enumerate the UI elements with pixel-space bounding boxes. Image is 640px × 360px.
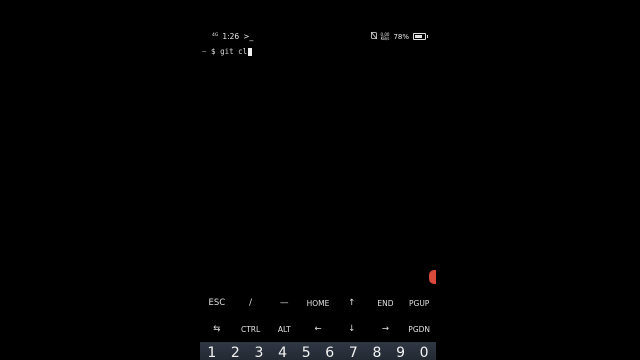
- key-end[interactable]: END: [369, 290, 403, 316]
- key-8[interactable]: 8: [365, 342, 389, 360]
- battery-percent: 78%: [393, 32, 409, 41]
- key-down[interactable]: ↓: [335, 316, 369, 342]
- key-0[interactable]: 0: [412, 342, 436, 360]
- signal-icon: 4G: [212, 33, 219, 39]
- key-slash[interactable]: /: [234, 290, 268, 316]
- phone-screen: 4G 1:26 >_ 0.00 KB/s 78% ~ $ git cl ESC …: [200, 0, 436, 360]
- status-right: 0.00 KB/s 78%: [370, 31, 428, 41]
- status-bar: 4G 1:26 >_ 0.00 KB/s 78%: [200, 31, 436, 44]
- key-tab[interactable]: ⇆: [200, 316, 234, 342]
- key-7[interactable]: 7: [342, 342, 366, 360]
- battery-fill: [415, 35, 423, 38]
- key-9[interactable]: 9: [389, 342, 413, 360]
- extra-keys-bar: ESC / — HOME ↑ END PGUP ⇆ CTRL ALT ← ↓ →…: [200, 290, 436, 342]
- key-alt[interactable]: ALT: [267, 316, 301, 342]
- key-dash[interactable]: —: [267, 290, 301, 316]
- key-2[interactable]: 2: [224, 342, 248, 360]
- key-home[interactable]: HOME: [301, 290, 335, 316]
- key-up[interactable]: ↑: [335, 290, 369, 316]
- status-left: 4G 1:26 >_: [212, 32, 253, 41]
- key-pgdn[interactable]: PGDN: [402, 316, 436, 342]
- key-ctrl[interactable]: CTRL: [234, 316, 268, 342]
- battery-icon: [413, 33, 428, 40]
- command-text: git cl: [220, 47, 248, 56]
- terminal-icon: >_: [243, 32, 254, 41]
- key-5[interactable]: 5: [294, 342, 318, 360]
- key-3[interactable]: 3: [247, 342, 271, 360]
- net-speed-unit: KB/s: [380, 35, 390, 41]
- net-speed: 0.00 KB/s: [380, 32, 390, 41]
- status-time: 1:26: [222, 32, 240, 41]
- extra-keys-row-1: ESC / — HOME ↑ END PGUP: [200, 290, 436, 316]
- key-left[interactable]: ←: [301, 316, 335, 342]
- key-esc[interactable]: ESC: [200, 290, 234, 316]
- floating-bubble[interactable]: [429, 270, 436, 284]
- terminal-line[interactable]: ~ $ git cl: [202, 47, 253, 56]
- key-1[interactable]: 1: [200, 342, 224, 360]
- key-pgup[interactable]: PGUP: [402, 290, 436, 316]
- key-4[interactable]: 4: [271, 342, 295, 360]
- nfc-icon: [370, 31, 377, 41]
- key-6[interactable]: 6: [318, 342, 342, 360]
- extra-keys-row-2: ⇆ CTRL ALT ← ↓ → PGDN: [200, 316, 436, 342]
- key-right[interactable]: →: [369, 316, 403, 342]
- keyboard-number-row: 1 2 3 4 5 6 7 8 9 0: [200, 342, 436, 360]
- text-cursor: [248, 47, 253, 56]
